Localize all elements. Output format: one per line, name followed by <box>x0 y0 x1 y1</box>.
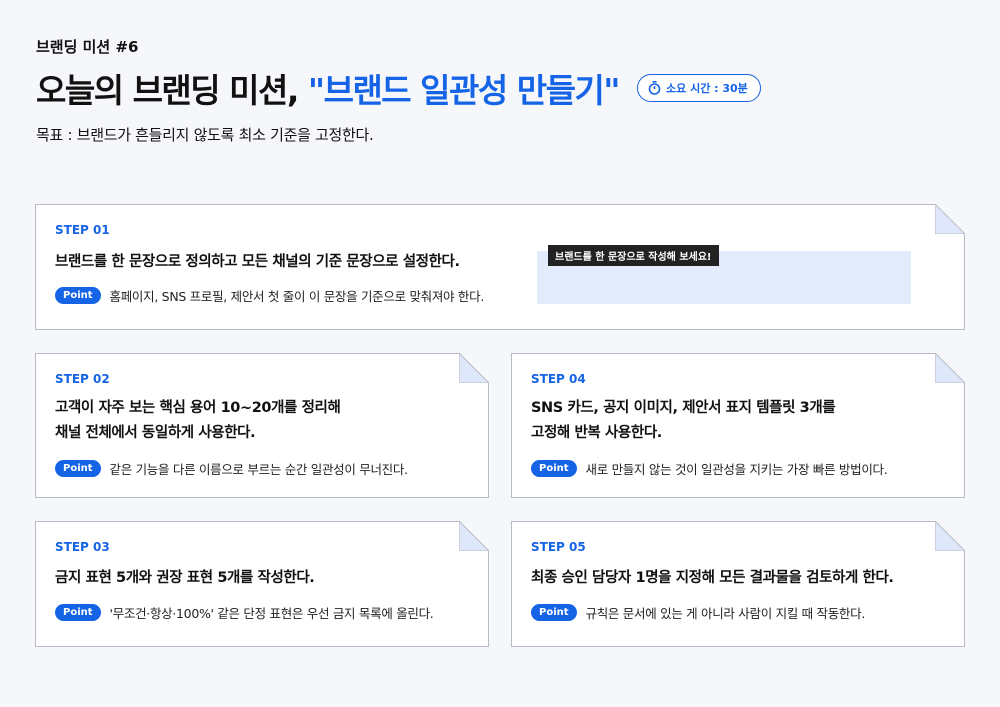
title-accent: "브랜드 일관성 만들기" <box>307 71 621 110</box>
point-text: 홈페이지, SNS 프로필, 제안서 첫 줄이 이 문장을 기준으로 맞춰져야 … <box>109 289 485 304</box>
page-fold-icon <box>459 353 489 383</box>
page-fold-icon <box>935 204 965 234</box>
title-prefix: 오늘의 브랜딩 미션, <box>36 71 308 110</box>
step-card-05: STEP 05 최종 승인 담당자 1명을 지정해 모든 결과물을 검토하게 한… <box>511 521 965 647</box>
page-fold-icon <box>935 521 965 551</box>
page-title: 오늘의 브랜딩 미션, "브랜드 일관성 만들기" <box>36 64 621 112</box>
page-fold-icon <box>459 521 489 551</box>
input-hint-tooltip: 브랜드를 한 문장으로 작성해 보세요! <box>548 245 719 266</box>
point-badge: Point <box>55 287 101 304</box>
step-main-text: 최종 승인 담당자 1명을 지정해 모든 결과물을 검토하게 한다. <box>531 570 894 586</box>
point-badge: Point <box>531 604 577 621</box>
point-text: 같은 기능을 다른 이름으로 부르는 순간 일관성이 무너진다. <box>109 462 409 477</box>
step-card-02: STEP 02 고객이 자주 보는 핵심 용어 10~20개를 정리해 채널 전… <box>35 353 489 498</box>
step-card-04: STEP 04 SNS 카드, 공지 이미지, 제안서 표지 템플릿 3개를 고… <box>511 353 965 498</box>
step-card-03: STEP 03 금지 표현 5개와 권장 표현 5개를 작성한다. Point … <box>35 521 489 647</box>
step-label: STEP 04 <box>531 372 586 386</box>
stopwatch-icon <box>648 81 661 95</box>
point-badge: Point <box>531 460 577 477</box>
point-row: Point 새로 만들지 않는 것이 일관성을 지키는 가장 빠른 방법이다. <box>531 459 888 478</box>
point-row: Point 규칙은 문서에 있는 게 아니라 사람이 지킬 때 작동한다. <box>531 603 865 622</box>
point-row: Point 홈페이지, SNS 프로필, 제안서 첫 줄이 이 문장을 기준으로… <box>55 286 484 305</box>
step-main-text-line2: 채널 전체에서 동일하게 사용한다. <box>55 425 256 441</box>
step-label: STEP 02 <box>55 372 110 386</box>
point-row: Point 같은 기능을 다른 이름으로 부르는 순간 일관성이 무너진다. <box>55 459 408 478</box>
goal-text: 목표 : 브랜드가 흔들리지 않도록 최소 기준을 고정한다. <box>36 126 374 144</box>
step-label: STEP 01 <box>55 223 110 237</box>
page-fold-icon <box>935 353 965 383</box>
step-main-text-line1: 고객이 자주 보는 핵심 용어 10~20개를 정리해 <box>55 400 341 416</box>
point-text: '무조건·항상·100%' 같은 단정 표현은 우선 금지 목록에 올린다. <box>109 606 434 621</box>
point-badge: Point <box>55 604 101 621</box>
step-card-01: STEP 01 브랜드를 한 문장으로 정의하고 모든 채널의 기준 문장으로 … <box>35 204 965 330</box>
step-main-text: 브랜드를 한 문장으로 정의하고 모든 채널의 기준 문장으로 설정한다. <box>55 254 460 270</box>
step-label: STEP 05 <box>531 540 586 554</box>
point-text: 새로 만들지 않는 것이 일관성을 지키는 가장 빠른 방법이다. <box>585 462 888 477</box>
step-main-text-line2: 고정해 반복 사용한다. <box>531 425 662 441</box>
mission-kicker: 브랜딩 미션 #6 <box>36 38 139 56</box>
time-badge-label: 소요 시간 : 30분 <box>666 82 748 95</box>
step-main-text-line1: SNS 카드, 공지 이미지, 제안서 표지 템플릿 3개를 <box>531 400 836 416</box>
point-badge: Point <box>55 460 101 477</box>
step-main-text: 금지 표현 5개와 권장 표현 5개를 작성한다. <box>55 570 315 586</box>
title-row: 오늘의 브랜딩 미션, "브랜드 일관성 만들기" 소요 시간 : 30분 <box>36 64 761 112</box>
step-label: STEP 03 <box>55 540 110 554</box>
point-row: Point '무조건·항상·100%' 같은 단정 표현은 우선 금지 목록에 … <box>55 603 434 622</box>
time-badge: 소요 시간 : 30분 <box>637 74 761 102</box>
point-text: 규칙은 문서에 있는 게 아니라 사람이 지킬 때 작동한다. <box>585 606 866 621</box>
